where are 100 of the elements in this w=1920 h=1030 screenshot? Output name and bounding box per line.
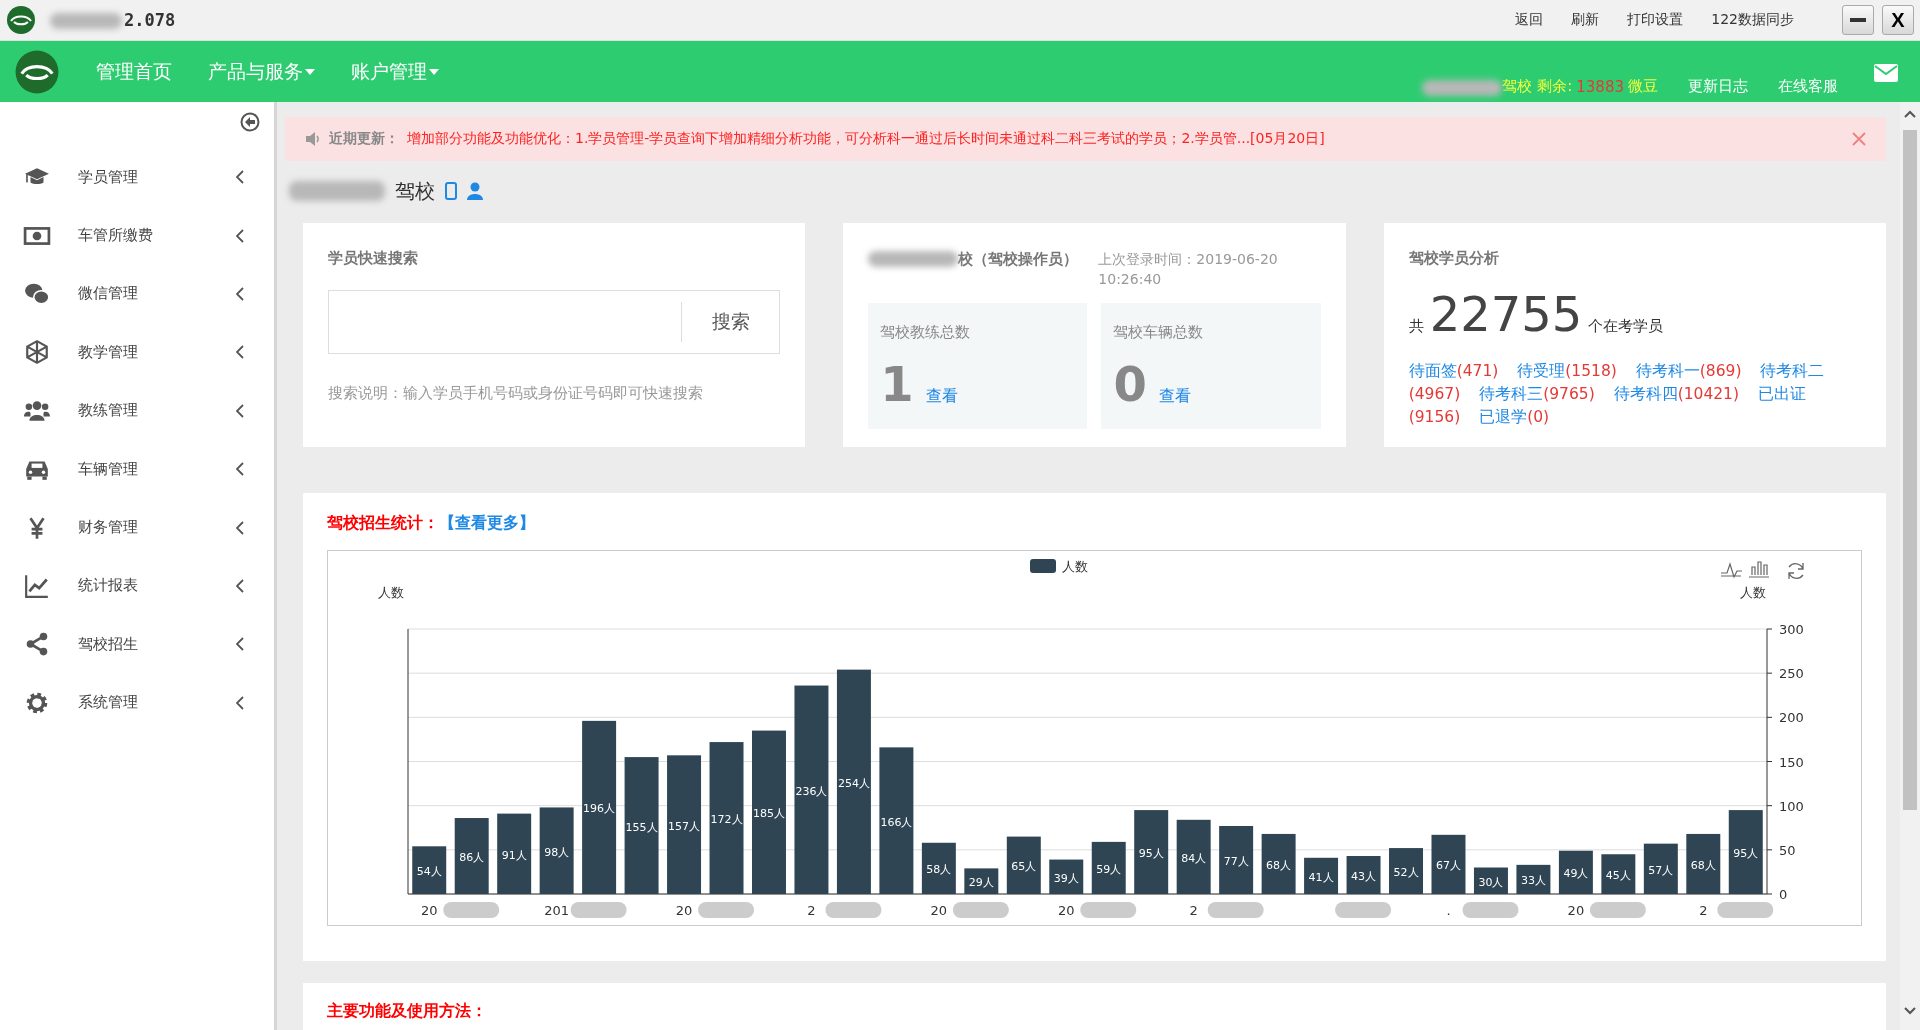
sidebar-item[interactable]: 车管所缴费: [78, 226, 236, 246]
bar[interactable]: [1346, 856, 1381, 894]
status-link[interactable]: 待考科四: [1613, 385, 1678, 403]
sidebar-item[interactable]: 车辆管理: [78, 459, 236, 479]
card-title: 主要功能及使用方法：: [327, 1001, 488, 1022]
chevron-icon[interactable]: [236, 170, 244, 185]
chevron-icon[interactable]: [236, 286, 244, 301]
status-link[interactable]: 已出证: [1757, 385, 1806, 403]
sidebar-item[interactable]: 系统管理: [78, 693, 236, 713]
sidebar-item[interactable]: 统计报表: [78, 576, 236, 596]
sidebar-item[interactable]: 学员管理: [78, 167, 236, 187]
tick-label: 2: [807, 903, 816, 918]
search-field[interactable]: 搜索: [328, 290, 781, 354]
bar[interactable]: [836, 669, 871, 894]
line-chart-icon[interactable]: [1720, 562, 1743, 579]
chevron-icon[interactable]: [236, 695, 244, 710]
status-count[interactable]: (471): [1456, 362, 1499, 380]
bar[interactable]: [1558, 850, 1593, 894]
card-title: 驾校招生统计：: [327, 513, 439, 532]
bar[interactable]: [539, 807, 574, 894]
scroll-down-icon[interactable]: [1904, 1007, 1916, 1015]
refresh-icon[interactable]: [1788, 562, 1804, 580]
chevron-icon[interactable]: [236, 637, 244, 652]
bar[interactable]: [1304, 857, 1339, 894]
bar[interactable]: [1728, 810, 1763, 894]
scrollbar[interactable]: [1900, 102, 1920, 1030]
bar[interactable]: [582, 720, 617, 894]
status-count[interactable]: (9156): [1408, 408, 1461, 426]
bar[interactable]: [709, 742, 744, 894]
data-label: 98人: [544, 845, 570, 859]
bar[interactable]: [1516, 864, 1551, 894]
bar[interactable]: [1176, 819, 1211, 894]
scroll-up-icon[interactable]: [1904, 110, 1916, 118]
status-count[interactable]: (4967): [1408, 385, 1461, 403]
status-count[interactable]: (10421): [1677, 385, 1740, 403]
chevron-icon[interactable]: [236, 578, 244, 593]
chevron-icon[interactable]: [236, 228, 244, 243]
bar[interactable]: [1601, 854, 1636, 894]
total-prefix: 共: [1408, 317, 1424, 336]
bar[interactable]: [1006, 836, 1041, 894]
sidebar-item[interactable]: 财务管理: [78, 518, 236, 538]
bar[interactable]: [497, 813, 532, 894]
sidebar-item[interactable]: 微信管理: [78, 284, 236, 304]
data-label: 30人: [1478, 875, 1504, 889]
bar[interactable]: [964, 868, 999, 894]
bar[interactable]: [1389, 848, 1423, 894]
bar[interactable]: [624, 757, 659, 894]
scroll-thumb[interactable]: [1903, 130, 1917, 810]
toolbar-link[interactable]: 返回: [1515, 11, 1544, 29]
sidebar-item[interactable]: 驾校招生: [78, 634, 236, 654]
view-link[interactable]: 查看: [1158, 386, 1191, 407]
minimize-button[interactable]: [1842, 5, 1874, 35]
tick-label: 20: [1567, 903, 1585, 918]
chevron-icon[interactable]: [236, 520, 244, 535]
bar[interactable]: [1091, 841, 1126, 894]
bar[interactable]: [454, 818, 489, 894]
chevron-icon[interactable]: [236, 345, 244, 360]
school-name: 驾校: [395, 177, 435, 205]
data-label: 68人: [1266, 858, 1292, 872]
bar[interactable]: [879, 747, 914, 894]
status-link[interactable]: 已退学: [1479, 408, 1528, 426]
chart-legend[interactable]: 人数: [1030, 559, 1088, 574]
toolbar-link[interactable]: 122数据同步: [1711, 11, 1794, 29]
status-count[interactable]: (869): [1699, 362, 1742, 380]
status-link[interactable]: 待考科三: [1479, 385, 1544, 403]
chevron-icon[interactable]: [236, 462, 244, 477]
user-icon[interactable]: [467, 182, 483, 200]
chevron-icon[interactable]: [236, 403, 244, 418]
phone-icon[interactable]: [445, 182, 457, 200]
sidebar-item[interactable]: 教学管理: [78, 342, 236, 362]
toolbar-link[interactable]: 刷新: [1571, 11, 1600, 29]
status-link[interactable]: 待考科二: [1760, 362, 1825, 380]
bar[interactable]: [667, 755, 702, 894]
tick-label: 200: [1779, 710, 1804, 726]
bar[interactable]: [1473, 867, 1508, 894]
tick-label: 20: [1058, 903, 1075, 918]
bar[interactable]: [1219, 826, 1254, 894]
status-link[interactable]: 待面签: [1408, 362, 1457, 380]
bar[interactable]: [1643, 843, 1678, 894]
bar[interactable]: [921, 842, 956, 894]
status-count[interactable]: (1518): [1565, 362, 1617, 380]
status-count[interactable]: (9765): [1543, 385, 1595, 403]
status-link[interactable]: 待受理: [1517, 362, 1566, 380]
bar[interactable]: [794, 685, 829, 894]
toolbar-link[interactable]: 打印设置: [1627, 11, 1684, 29]
collapse-icon[interactable]: [240, 112, 260, 132]
sidebar-item[interactable]: 教练管理: [78, 401, 236, 421]
bar[interactable]: [1049, 859, 1084, 894]
bar[interactable]: [1686, 833, 1721, 894]
bar[interactable]: [1261, 833, 1296, 894]
view-link[interactable]: 查看: [925, 386, 958, 407]
status-count[interactable]: (0): [1527, 408, 1550, 426]
redacted-blur: [1717, 902, 1774, 918]
bar[interactable]: [1431, 834, 1466, 894]
bar[interactable]: [412, 846, 447, 894]
more-link[interactable]: 【查看更多】: [439, 513, 535, 532]
bar-chart-icon[interactable]: [1748, 561, 1770, 578]
close-button[interactable]: X: [1882, 5, 1914, 35]
bar[interactable]: [1134, 810, 1169, 894]
status-link[interactable]: 待考科一: [1635, 362, 1700, 380]
